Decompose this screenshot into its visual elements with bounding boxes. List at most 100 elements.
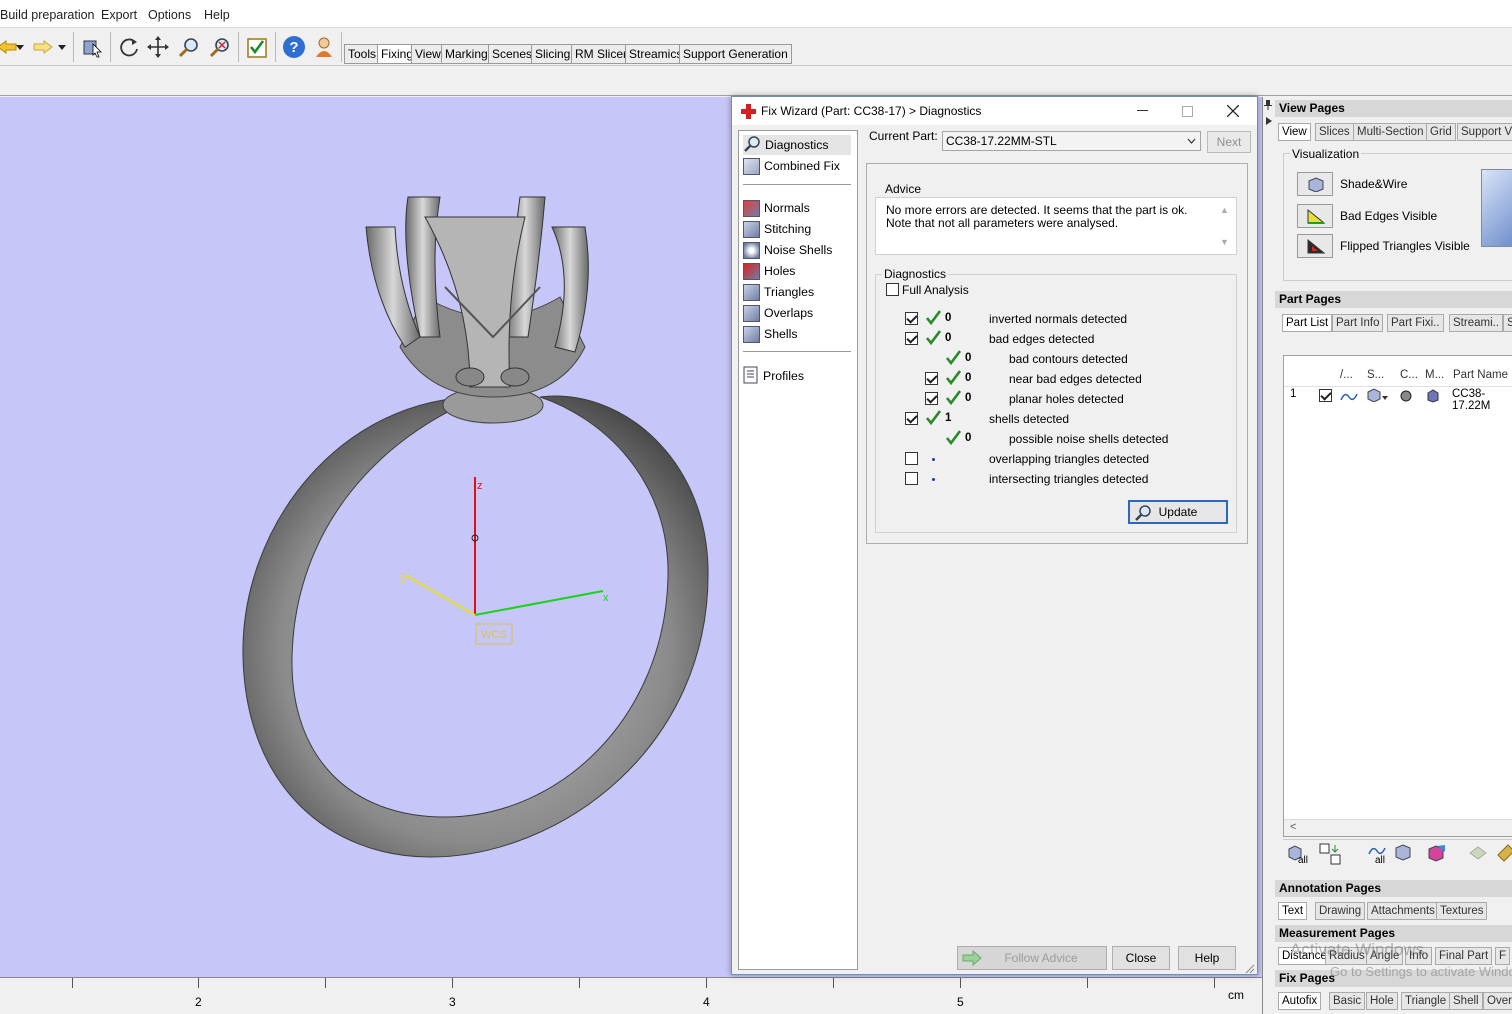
column-header[interactable]: S... — [1367, 369, 1384, 381]
tab-basic[interactable]: Basic — [1329, 992, 1366, 1010]
wireframe-icon[interactable] — [1340, 390, 1358, 405]
menu-export[interactable]: Export — [101, 8, 137, 22]
part-visible-checkbox[interactable] — [1319, 389, 1332, 402]
shade-wire-button[interactable] — [1297, 172, 1333, 196]
current-part-dropdown[interactable]: CC38-17.22MM-STL — [942, 131, 1201, 151]
horizontal-scrollbar[interactable]: < — [1284, 819, 1512, 836]
part-select-icon[interactable] — [79, 34, 105, 60]
nav-stitching[interactable]: Stitching — [743, 219, 851, 239]
tab-final-part[interactable]: Final Part — [1435, 947, 1493, 965]
checkbox-overlapping-triangles[interactable] — [905, 452, 918, 465]
toggle-selection-icon[interactable] — [1319, 843, 1343, 868]
nav-profiles[interactable]: Profiles — [743, 366, 851, 386]
minimize-button[interactable] — [1130, 100, 1154, 122]
part-list-table[interactable]: /... S... C... M... Part Name 1 CC38-17.… — [1283, 355, 1512, 837]
color-parts-icon[interactable] — [1427, 843, 1449, 866]
zoom-window-icon[interactable] — [207, 34, 233, 60]
nav-noise-shells[interactable]: Noise Shells — [743, 240, 851, 260]
nav-diagnostics[interactable]: Diagnostics — [743, 135, 851, 155]
tab-support-generation[interactable]: Support Generation — [679, 44, 792, 64]
tab-streamics[interactable]: Streami.. — [1449, 314, 1504, 332]
tab-marking[interactable]: Marking — [441, 44, 492, 64]
zoom-icon[interactable] — [176, 34, 202, 60]
close-window-button[interactable] — [1221, 100, 1245, 122]
tab-s[interactable]: S — [1503, 314, 1512, 332]
nav-shells[interactable]: Shells — [743, 324, 851, 344]
annotation-pages-header[interactable]: Annotation Pages — [1275, 880, 1512, 897]
column-header[interactable]: Part Name — [1453, 369, 1508, 381]
label-tool-icon[interactable] — [1496, 843, 1512, 866]
tab-overlaps[interactable]: Overl — [1483, 992, 1512, 1010]
resize-grip-icon[interactable] — [1245, 963, 1255, 977]
checkbox-inverted-normals[interactable] — [905, 312, 918, 325]
bad-edges-visible-button[interactable] — [1297, 204, 1333, 228]
menu-options[interactable]: Options — [148, 8, 191, 22]
tab-part-list[interactable]: Part List — [1282, 314, 1333, 332]
dialog-title-bar[interactable]: Fix Wizard (Part: CC38-17) > Diagnostics — [732, 97, 1257, 125]
tab-f[interactable]: F — [1495, 947, 1511, 965]
pin-icon[interactable] — [1263, 99, 1273, 114]
part-name-cell[interactable]: CC38-17.22M — [1452, 388, 1512, 412]
column-header[interactable]: M... — [1425, 369, 1444, 381]
tab-shell[interactable]: Shell — [1449, 992, 1483, 1010]
redo-icon[interactable] — [30, 34, 56, 60]
color-circle-icon[interactable] — [1400, 390, 1412, 405]
next-button[interactable]: Next — [1207, 131, 1251, 153]
close-button[interactable]: Close — [1112, 946, 1170, 970]
tab-streamics[interactable]: Streamics — [625, 44, 687, 64]
scroll-up-icon[interactable]: ▲ — [1220, 204, 1230, 215]
menu-help[interactable]: Help — [204, 8, 230, 22]
nav-normals[interactable]: Normals — [743, 198, 851, 218]
tab-autofix[interactable]: Autofix — [1278, 992, 1322, 1010]
assistant-icon[interactable] — [311, 34, 337, 60]
tab-text[interactable]: Text — [1278, 902, 1308, 920]
nav-triangles[interactable]: Triangles — [743, 282, 851, 302]
checkbox-planar-holes[interactable] — [925, 392, 938, 405]
column-header[interactable]: /... — [1340, 369, 1353, 381]
tab-textures[interactable]: Textures — [1436, 902, 1488, 920]
tab-support-view[interactable]: Support Vie — [1457, 123, 1512, 141]
scroll-down-icon[interactable]: ▼ — [1220, 236, 1230, 247]
view-cube-icon[interactable] — [1481, 169, 1512, 247]
tab-view-pages-view[interactable]: View — [1278, 123, 1311, 141]
tab-triangle[interactable]: Triangle — [1401, 992, 1451, 1010]
redo-dropdown-icon[interactable] — [56, 34, 68, 60]
tab-grid[interactable]: Grid — [1426, 123, 1456, 141]
full-analysis-checkbox[interactable] — [886, 283, 899, 296]
shading-icon[interactable] — [1366, 388, 1388, 405]
tab-view[interactable]: View — [411, 44, 445, 64]
tab-rm-slicer[interactable]: RM Slicer — [571, 44, 632, 64]
maximize-button[interactable] — [1175, 100, 1199, 122]
tab-tools[interactable]: Tools — [344, 44, 381, 64]
checkbox-bad-edges[interactable] — [905, 332, 918, 345]
help-button[interactable]: Help — [1178, 946, 1236, 970]
part-pages-header[interactable]: Part Pages — [1275, 291, 1512, 308]
update-button[interactable]: Update — [1128, 500, 1228, 524]
tab-scenes[interactable]: Scenes — [488, 44, 537, 64]
checkbox-intersecting-triangles[interactable] — [905, 472, 918, 485]
tab-part-info[interactable]: Part Info — [1332, 314, 1384, 332]
view-pages-header[interactable]: View Pages — [1275, 100, 1512, 117]
pan-icon[interactable] — [145, 34, 171, 60]
material-icon[interactable] — [1426, 389, 1440, 406]
follow-advice-button[interactable]: Follow Advice — [957, 946, 1107, 970]
column-header[interactable]: C... — [1400, 369, 1418, 381]
flipped-triangles-visible-button[interactable] — [1297, 234, 1333, 258]
nav-holes[interactable]: Holes — [743, 261, 851, 281]
scroll-left-icon[interactable]: < — [1290, 821, 1296, 833]
checkbox-shells[interactable] — [905, 412, 918, 425]
rotate-icon[interactable] — [116, 34, 142, 60]
nav-overlaps[interactable]: Overlaps — [743, 303, 851, 323]
tab-slicing[interactable]: Slicing — [531, 44, 575, 64]
nav-combined-fix[interactable]: Combined Fix — [743, 156, 851, 176]
undo-dropdown-icon[interactable] — [14, 34, 26, 60]
tab-multi-section[interactable]: Multi-Section — [1353, 123, 1428, 141]
disabled-tool-icon[interactable] — [1468, 843, 1490, 866]
help-icon[interactable]: ? — [281, 34, 307, 60]
shading-toggle-icon[interactable] — [1394, 843, 1416, 866]
fix-wizard-check-icon[interactable] — [244, 34, 270, 60]
tab-slices[interactable]: Slices — [1315, 123, 1354, 141]
checkbox-near-bad-edges[interactable] — [925, 372, 938, 385]
expand-arrow-icon[interactable] — [1265, 115, 1273, 129]
tab-drawing[interactable]: Drawing — [1315, 902, 1366, 920]
